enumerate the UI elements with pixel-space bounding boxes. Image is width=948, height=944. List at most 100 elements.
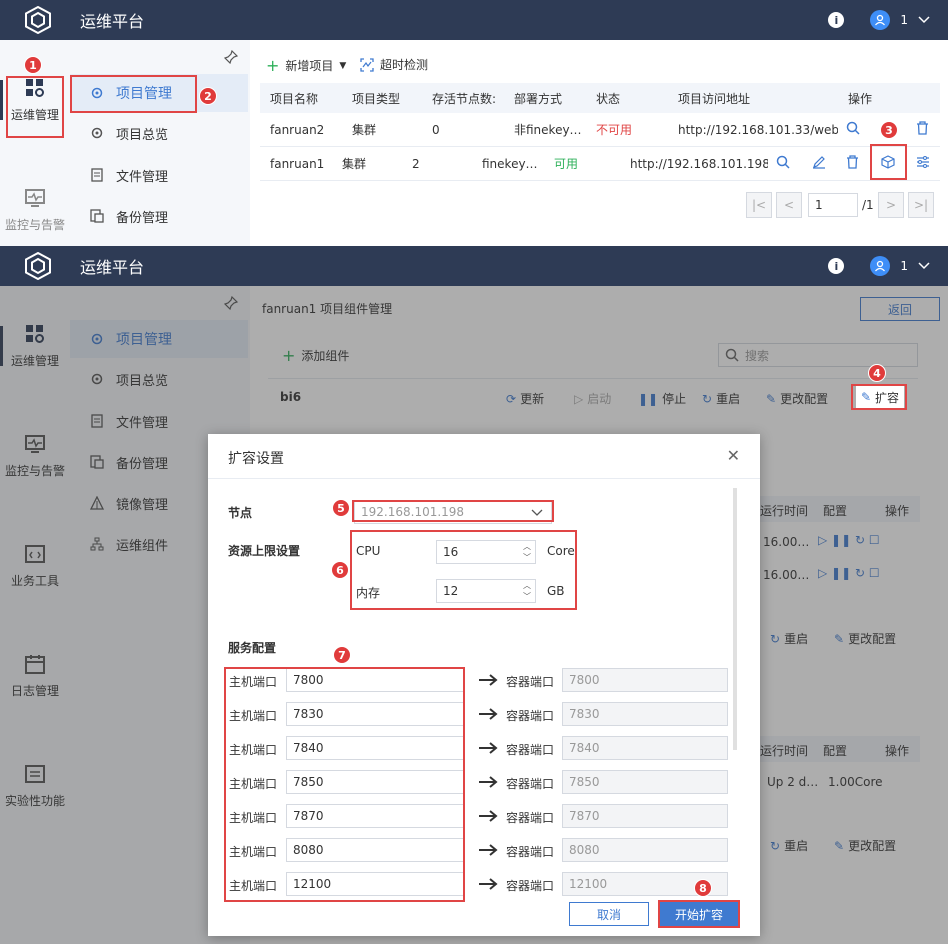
container-port-input: 8080 [562, 838, 728, 862]
annotation-box [70, 75, 197, 113]
nav-label: 监控与告警 [4, 218, 65, 232]
annotation-box [350, 530, 577, 610]
search-icon[interactable] [846, 121, 860, 139]
chevron-down-icon[interactable] [918, 259, 930, 273]
nav-monitor[interactable]: 监控与告警 [0, 188, 70, 233]
sub-nav-label: 文件管理 [116, 169, 169, 185]
col-name: 项目名称 [270, 91, 319, 106]
edit-icon: ✎ [860, 390, 872, 404]
row-url[interactable]: http://192.168.101.198:… [630, 157, 768, 171]
container-port-label: 容器端口 [506, 675, 555, 689]
row-status: 可用 [554, 157, 579, 171]
info-icon[interactable]: i [828, 12, 845, 28]
top-header: 运维平台 i 1 [0, 0, 948, 40]
table-row[interactable]: fanruan2 集群 0 非finekey… 不可用 http://192.1… [260, 113, 940, 147]
annotation-badge: 5 [332, 499, 350, 517]
chevron-down-icon[interactable] [918, 13, 930, 27]
new-project-label: 新增项目 [285, 59, 334, 73]
info-icon[interactable]: i [828, 258, 845, 274]
divider [208, 478, 760, 479]
arrow-right-icon [479, 742, 498, 754]
annotation-box [870, 144, 907, 180]
arrow-right-icon [479, 674, 498, 686]
arrow-right-icon [479, 844, 498, 856]
logo-icon [18, 246, 58, 286]
scale-button-highlight[interactable]: ✎ 扩容 [856, 386, 904, 408]
col-nodes: 存活节点数: [432, 91, 497, 106]
caret-down-icon: ▼ [339, 60, 347, 71]
settings-sliders-icon[interactable] [916, 155, 930, 172]
annotation-badge: 2 [199, 87, 217, 105]
user-name[interactable]: 1 [900, 13, 908, 27]
sub-nav-label: 备份管理 [116, 210, 169, 226]
annotation-badge: 7 [333, 646, 351, 664]
arrow-right-icon [479, 810, 498, 822]
resource-label: 资源上限设置 [228, 544, 301, 558]
delete-icon[interactable] [846, 155, 859, 172]
row-nodes: 0 [432, 122, 440, 137]
timeout-check-label: 超时检测 [380, 58, 429, 72]
new-project-button[interactable]: + 新增项目 ▼ [266, 56, 346, 75]
arrow-right-icon [479, 776, 498, 788]
file-icon [91, 168, 103, 182]
arrow-right-icon [479, 878, 498, 890]
row-deploy: finekey… [482, 156, 538, 171]
app-title: 运维平台 [80, 12, 145, 31]
col-actions: 操作 [848, 91, 873, 106]
sub-nav-backup-mgmt[interactable]: 备份管理 [70, 197, 248, 235]
avatar-icon[interactable] [870, 256, 891, 276]
container-port-label: 容器端口 [506, 879, 555, 893]
avatar-icon[interactable] [870, 10, 891, 30]
annotation-badge: 6 [331, 561, 349, 579]
annotation-box [224, 667, 465, 902]
close-icon[interactable]: ✕ [727, 446, 740, 465]
backup-icon [90, 209, 104, 223]
sub-nav-top: 项目管理 项目总览 文件管理 备份管理 [70, 40, 250, 246]
container-port-label: 容器端口 [506, 709, 555, 723]
row-deploy: 非finekey… [514, 123, 582, 137]
timeout-check-button[interactable]: 超时检测 [360, 56, 428, 73]
annotation-box [352, 500, 554, 522]
prev-page-button[interactable]: < [776, 192, 802, 218]
delete-icon[interactable] [916, 121, 929, 138]
search-icon[interactable] [776, 155, 790, 172]
user-name[interactable]: 1 [900, 259, 908, 273]
node-label: 节点 [228, 506, 253, 520]
table-header: 项目名称 项目类型 存活节点数: 部署方式 状态 项目访问地址 操作 [260, 83, 940, 113]
pin-icon[interactable] [224, 50, 238, 64]
edit-icon[interactable] [812, 155, 826, 172]
sub-nav-file-mgmt[interactable]: 文件管理 [70, 156, 248, 194]
service-label: 服务配置 [228, 641, 277, 655]
annotation-badge: 3 [880, 121, 898, 139]
plus-icon: + [266, 56, 280, 75]
dialog-title: 扩容设置 [228, 451, 284, 467]
row-status: 不可用 [596, 123, 633, 137]
gear-icon [91, 127, 103, 139]
container-port-input: 7800 [562, 668, 728, 692]
annotation-badge: 8 [694, 879, 712, 897]
last-page-button[interactable]: >| [908, 192, 934, 218]
row-name: fanruan1 [270, 156, 325, 171]
next-page-button[interactable]: > [878, 192, 904, 218]
active-indicator [0, 80, 3, 120]
scrollbar[interactable] [733, 488, 737, 750]
annotation-box [6, 76, 64, 138]
action-label: 扩容 [875, 390, 900, 405]
container-port-input: 7850 [562, 770, 728, 794]
container-port-label: 容器端口 [506, 743, 555, 757]
monitor-icon [25, 189, 45, 207]
row-type: 集群 [342, 157, 367, 171]
col-url: 项目访问地址 [678, 91, 751, 106]
logo-icon [18, 0, 58, 40]
sub-nav-project-overview[interactable]: 项目总览 [70, 114, 248, 152]
cancel-button[interactable]: 取消 [569, 902, 649, 926]
col-status: 状态 [596, 91, 621, 106]
table-row[interactable]: fanruan1 集群 2 finekey… 可用 http://192.168… [260, 147, 940, 181]
row-url[interactable]: http://192.168.101.33/webr… [678, 123, 838, 137]
scan-icon [360, 57, 374, 72]
container-port-label: 容器端口 [506, 777, 555, 791]
sub-nav-label: 项目总览 [116, 127, 169, 143]
page-input[interactable]: 1 [808, 193, 858, 217]
first-page-button[interactable]: |< [746, 192, 772, 218]
row-name: fanruan2 [270, 122, 325, 137]
